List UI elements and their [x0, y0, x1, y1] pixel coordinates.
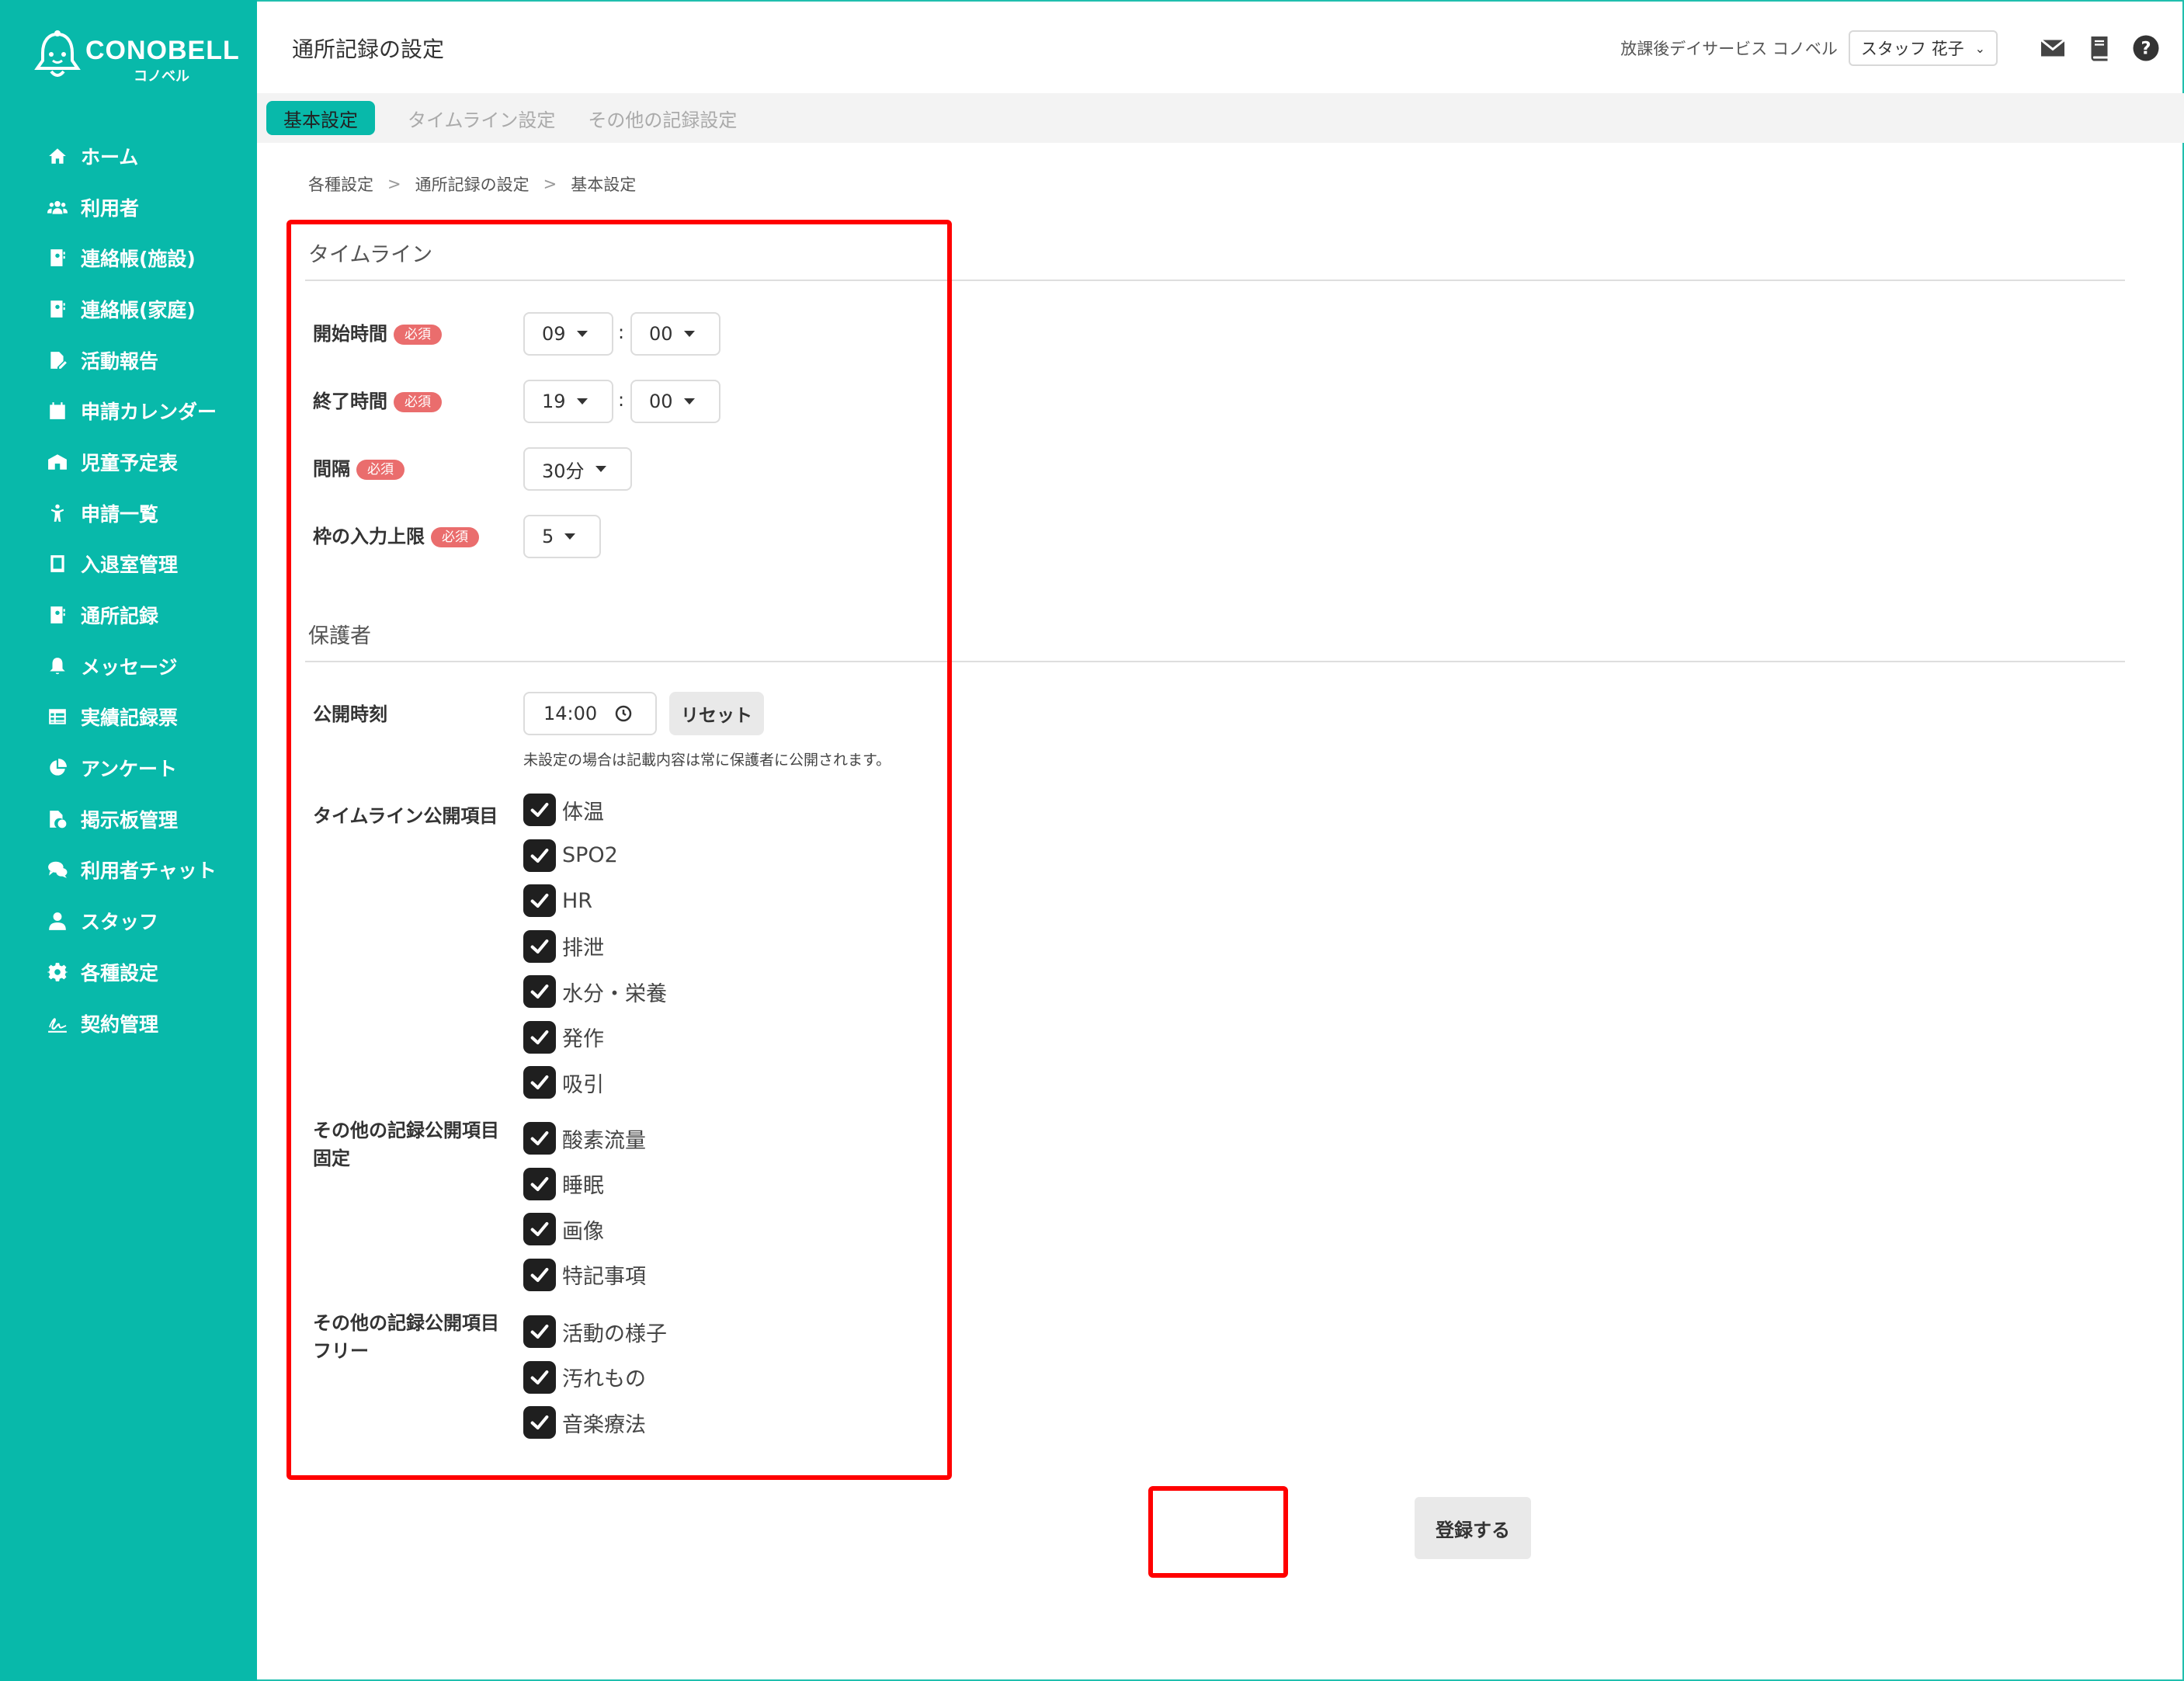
highlight-frame-form — [286, 220, 952, 1480]
chevron-down-icon: ⌄ — [1974, 40, 1985, 56]
sidebar-item-label: 利用者 — [81, 196, 140, 220]
sidebar-item-message[interactable]: メッセージ — [0, 641, 257, 692]
sidebar-item-label: 利用者チャット — [81, 860, 217, 883]
bell-icon — [47, 655, 68, 677]
tab-bar: 基本設定 タイムライン設定 その他の記録設定 — [257, 93, 2184, 143]
sidebar-item-label: 連絡帳(施設) — [81, 248, 196, 271]
sidebar-item-label: 掲示板管理 — [81, 808, 179, 832]
contact-book-icon — [47, 298, 68, 320]
sidebar: CONOBELL コノベル ホーム 利用者 連絡帳(施設) 連絡帳(家庭) 活動… — [0, 0, 257, 1681]
tab-basic-settings[interactable]: 基本設定 — [266, 101, 375, 135]
sidebar-item-label: 児童予定表 — [81, 451, 179, 474]
sidebar-item-contact-home[interactable]: 連絡帳(家庭) — [0, 283, 257, 335]
contact-book-icon — [47, 247, 68, 269]
file-edit-icon — [47, 349, 68, 371]
sidebar-item-label: 各種設定 — [81, 961, 159, 985]
sidebar-item-label: アンケート — [81, 758, 178, 781]
page-title: 通所記録の設定 — [292, 36, 445, 62]
help-icon[interactable]: ? — [2131, 33, 2161, 63]
breadcrumb-item[interactable]: 通所記録の設定 — [415, 172, 530, 196]
svg-text:?: ? — [2141, 39, 2151, 59]
staff-icon — [47, 910, 68, 932]
sidebar-item-label: 連絡帳(家庭) — [81, 298, 196, 321]
mail-icon[interactable] — [2038, 33, 2068, 63]
sidebar-item-survey[interactable]: アンケート — [0, 742, 257, 794]
sidebar-item-label: 通所記録 — [81, 605, 159, 628]
file-check-icon — [47, 808, 68, 830]
sidebar-item-label: ホーム — [81, 145, 139, 168]
brand-sub: コノベル — [134, 68, 189, 85]
breadcrumb-item[interactable]: 各種設定 — [308, 172, 373, 196]
sidebar-item-child-schedule[interactable]: 児童予定表 — [0, 436, 257, 488]
tablet-icon — [47, 553, 68, 575]
sidebar-item-request-list[interactable]: 申請一覧 — [0, 488, 257, 539]
sidebar-item-activity-report[interactable]: 活動報告 — [0, 335, 257, 386]
building-icon — [47, 451, 68, 473]
staff-select[interactable]: スタッフ 花子 ⌄ — [1848, 30, 1998, 66]
sidebar-nav: ホーム 利用者 連絡帳(施設) 連絡帳(家庭) 活動報告 申請カレンダー 児童予… — [0, 130, 257, 1048]
brand-name: CONOBELL — [85, 36, 240, 65]
register-button[interactable]: 登録する — [1415, 1497, 1531, 1559]
sidebar-item-label: 実績記録票 — [81, 707, 179, 730]
highlight-frame-submit — [1148, 1486, 1288, 1578]
home-icon — [47, 145, 68, 167]
sidebar-item-user-chat[interactable]: 利用者チャット — [0, 845, 257, 896]
signature-icon — [47, 1012, 68, 1034]
calendar-icon — [47, 400, 68, 422]
sidebar-item-label: 申請一覧 — [81, 502, 159, 526]
sidebar-item-attendance-record[interactable]: 通所記録 — [0, 589, 257, 641]
sidebar-item-users[interactable]: 利用者 — [0, 182, 257, 233]
sidebar-item-staff[interactable]: スタッフ — [0, 895, 257, 946]
sidebar-item-label: メッセージ — [81, 655, 178, 679]
sidebar-item-label: 申請カレンダー — [81, 401, 217, 424]
pie-chart-icon — [47, 757, 68, 779]
sidebar-item-label: 契約管理 — [81, 1012, 159, 1036]
sidebar-item-label: 活動報告 — [81, 349, 159, 373]
staff-name: スタッフ 花子 — [1860, 40, 1964, 58]
breadcrumb-separator-icon: > — [387, 175, 401, 193]
facility-name: 放課後デイサービス コノベル — [1620, 40, 1838, 58]
sidebar-item-bulletin-board[interactable]: 掲示板管理 — [0, 794, 257, 845]
tab-other-record-settings[interactable]: その他の記録設定 — [588, 101, 737, 135]
logo[interactable]: CONOBELL コノベル — [31, 30, 239, 85]
sidebar-item-record-sheet[interactable]: 実績記録票 — [0, 692, 257, 743]
tab-timeline-settings[interactable]: タイムライン設定 — [408, 101, 555, 135]
sidebar-item-settings[interactable]: 各種設定 — [0, 946, 257, 998]
chat-icon — [47, 859, 68, 880]
sidebar-item-home[interactable]: ホーム — [0, 130, 257, 182]
breadcrumb: 各種設定 > 通所記録の設定 > 基本設定 — [308, 172, 636, 196]
bell-logo-icon — [34, 30, 81, 77]
sidebar-item-contact-facility[interactable]: 連絡帳(施設) — [0, 232, 257, 283]
header-right: 放課後デイサービス コノベル スタッフ 花子 ⌄ ? — [1620, 30, 2161, 67]
child-icon — [47, 502, 68, 524]
breadcrumb-item: 基本設定 — [571, 175, 637, 194]
table-icon — [47, 706, 68, 728]
sidebar-item-label: スタッフ — [81, 911, 159, 934]
breadcrumb-separator-icon: > — [543, 175, 557, 193]
gear-icon — [47, 961, 68, 983]
sidebar-item-contract[interactable]: 契約管理 — [0, 998, 257, 1049]
sidebar-item-label: 入退室管理 — [81, 554, 179, 577]
sidebar-item-entry-exit[interactable]: 入退室管理 — [0, 539, 257, 590]
sidebar-item-request-calendar[interactable]: 申請カレンダー — [0, 385, 257, 436]
contact-book-icon — [47, 604, 68, 626]
users-icon — [47, 196, 68, 218]
book-icon[interactable] — [2085, 33, 2114, 63]
